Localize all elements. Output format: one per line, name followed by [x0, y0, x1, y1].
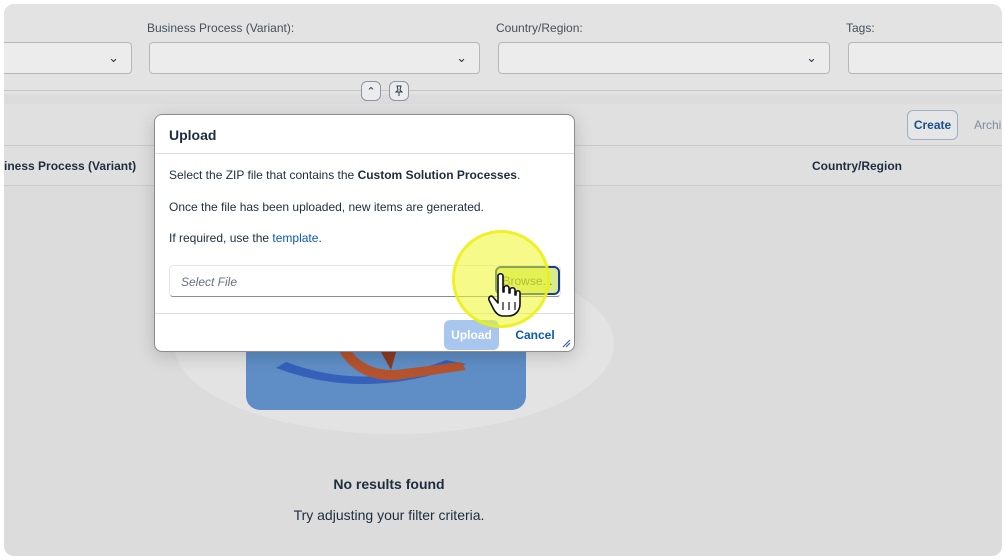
- instruction-bold: Custom Solution Processes: [357, 168, 517, 182]
- pin-filter-button[interactable]: [389, 81, 409, 101]
- empty-state-title: No results found: [333, 476, 445, 492]
- resize-handle-icon[interactable]: [561, 338, 571, 348]
- chevron-down-icon: ⌄: [456, 50, 467, 65]
- dialog-header-divider: [155, 153, 574, 154]
- template-prefix: If required, use the: [169, 231, 273, 245]
- select-file-placeholder: Select File: [181, 275, 238, 289]
- filter-bar: ⌄ Business Process (Variant): ⌄ Country/…: [4, 4, 1002, 94]
- tags-label: Tags:: [846, 21, 875, 35]
- column-business-process[interactable]: iness Process (Variant): [4, 159, 136, 173]
- country-region-select[interactable]: ⌄: [498, 42, 830, 74]
- collapse-filter-button[interactable]: ⌃: [361, 81, 381, 101]
- tags-select[interactable]: [848, 42, 1002, 74]
- template-suffix: .: [318, 231, 322, 245]
- chevron-up-icon: ⌃: [366, 85, 376, 98]
- hand-pointer-icon: [488, 272, 521, 317]
- filter-divider: [4, 90, 1002, 91]
- template-link[interactable]: template: [272, 231, 318, 245]
- dialog-instruction-zip: Select the ZIP file that contains the Cu…: [169, 168, 520, 182]
- dialog-instruction-generated: Once the file has been uploaded, new ite…: [169, 200, 484, 214]
- app-frame: ⌄ Business Process (Variant): ⌄ Country/…: [4, 4, 1002, 556]
- dialog-title: Upload: [169, 127, 217, 143]
- filter-select-left[interactable]: ⌄: [4, 42, 132, 74]
- create-button[interactable]: Create: [907, 110, 958, 140]
- empty-state-subtitle: Try adjusting your filter criteria.: [293, 507, 485, 523]
- pin-icon: [394, 85, 404, 96]
- business-process-select[interactable]: ⌄: [149, 42, 480, 74]
- instruction-prefix: Select the ZIP file that contains the: [169, 168, 358, 182]
- country-region-label: Country/Region:: [496, 21, 583, 35]
- instruction-suffix: .: [516, 168, 521, 182]
- business-process-label: Business Process (Variant):: [147, 21, 295, 35]
- column-country-region[interactable]: Country/Region: [812, 159, 902, 173]
- dialog-instruction-template: If required, use the template.: [169, 231, 322, 245]
- chevron-down-icon: ⌄: [806, 50, 817, 65]
- archive-button[interactable]: Archi: [974, 118, 1001, 132]
- chevron-down-icon: ⌄: [108, 50, 119, 65]
